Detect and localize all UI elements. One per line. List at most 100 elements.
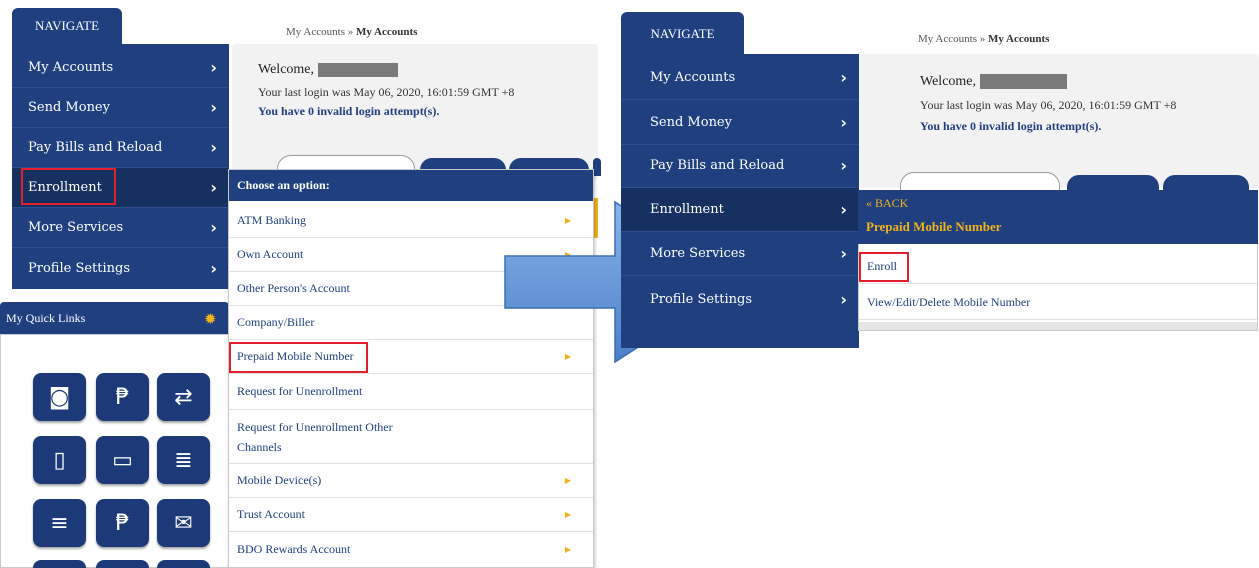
payment-terminal-icon[interactable]: ₱ bbox=[96, 499, 149, 547]
chevron-right-icon: › bbox=[840, 244, 847, 263]
dropdown-item-label: ATM Banking bbox=[237, 213, 306, 227]
enroll-highlight-box bbox=[859, 252, 909, 282]
welcome-text: Welcome, bbox=[258, 62, 398, 78]
chevron-right-icon: › bbox=[840, 156, 847, 175]
breadcrumb-current: My Accounts bbox=[987, 33, 1050, 45]
submenu-title: Prepaid Mobile Number bbox=[866, 219, 1002, 234]
nav-item-my-accounts[interactable]: My Accounts › bbox=[621, 56, 859, 100]
navigate-tab[interactable]: NAVIGATE bbox=[621, 12, 744, 54]
dropdown-header: Choose an option: bbox=[229, 170, 593, 201]
nav-item-profile-settings[interactable]: Profile Settings › bbox=[12, 248, 229, 288]
nav-item-label: Send Money bbox=[28, 100, 110, 115]
nav-item-label: Profile Settings bbox=[28, 260, 131, 276]
nav-item-label: More Services bbox=[650, 246, 746, 261]
back-link[interactable]: « BACK bbox=[866, 196, 908, 211]
nav-item-label: Pay Bills and Reload bbox=[28, 140, 163, 155]
nav-item-pay-bills[interactable]: Pay Bills and Reload › bbox=[12, 128, 229, 168]
submenu-list: Enroll View/Edit/Delete Mobile Number bbox=[858, 244, 1258, 331]
dropdown-item-label: Company/Biller bbox=[237, 315, 315, 329]
nav-item-enrollment[interactable]: Enrollment › bbox=[621, 188, 859, 232]
breadcrumb-parent[interactable]: My Accounts » bbox=[286, 26, 353, 38]
welcome-text: Welcome, bbox=[920, 74, 1067, 90]
scheduled-transactions-icon[interactable]: ≣ bbox=[157, 436, 210, 484]
transfer-arrows-icon[interactable]: ⇄ bbox=[157, 373, 210, 421]
chevron-right-icon: › bbox=[840, 68, 847, 87]
submenu-item-enroll[interactable]: Enroll bbox=[859, 250, 1257, 284]
chevron-right-icon: › bbox=[210, 218, 217, 237]
chevron-right-icon: › bbox=[210, 138, 217, 157]
nav-item-my-accounts[interactable]: My Accounts › bbox=[12, 48, 229, 88]
nav-item-label: Send Money bbox=[650, 115, 732, 130]
nav-item-label: Profile Settings bbox=[650, 291, 753, 307]
triangle-right-icon: ▶ bbox=[564, 544, 571, 554]
dropdown-item-request-unenrollment[interactable]: Request for Unenrollment bbox=[229, 374, 593, 410]
dropdown-item-request-unenrollment-other[interactable]: Request for Unenrollment Other Channels bbox=[229, 410, 593, 464]
last-login-text: Your last login was May 06, 2020, 16:01:… bbox=[258, 85, 515, 99]
prepaid-highlight-box bbox=[229, 342, 368, 373]
nav-item-send-money[interactable]: Send Money › bbox=[12, 88, 229, 128]
dropdown-item-trust-account[interactable]: Trust Account ▶ bbox=[229, 498, 593, 532]
breadcrumb-parent[interactable]: My Accounts » bbox=[918, 33, 985, 45]
nav-item-profile-settings[interactable]: Profile Settings › bbox=[621, 277, 859, 321]
nav-item-label: More Services bbox=[28, 220, 124, 235]
submenu-header: « BACK Prepaid Mobile Number bbox=[858, 190, 1258, 244]
navigation-panel: My Accounts › Send Money › Pay Bills and… bbox=[621, 54, 859, 348]
dropdown-item-label: BDO Rewards Account bbox=[237, 541, 351, 556]
welcome-label: Welcome, bbox=[258, 62, 315, 77]
nav-item-label: Pay Bills and Reload bbox=[650, 158, 785, 173]
card-clock-icon[interactable]: ▭ bbox=[96, 436, 149, 484]
enrollment-highlight-box bbox=[21, 168, 116, 205]
submenu-item-view-edit-delete[interactable]: View/Edit/Delete Mobile Number bbox=[859, 286, 1257, 320]
chevron-right-icon: › bbox=[840, 200, 847, 219]
dropdown-item-label: Own Account bbox=[237, 247, 304, 261]
quick-link-icon[interactable] bbox=[157, 560, 210, 568]
login-attempts-text: You have 0 invalid login attempt(s). bbox=[258, 104, 440, 118]
nav-item-label: My Accounts bbox=[28, 60, 114, 75]
quick-link-icon[interactable] bbox=[96, 560, 149, 568]
chevron-right-icon: › bbox=[840, 289, 847, 309]
welcome-label: Welcome, bbox=[920, 74, 977, 89]
triangle-right-icon: ▶ bbox=[564, 476, 571, 485]
chevron-right-icon: › bbox=[210, 98, 217, 117]
dropdown-item-label: Trust Account bbox=[237, 507, 305, 521]
login-attempts-text: You have 0 invalid login attempt(s). bbox=[920, 119, 1102, 133]
breadcrumb: My Accounts » My Accounts bbox=[918, 33, 1049, 45]
dropdown-item-label: Request for Unenrollment bbox=[237, 384, 363, 398]
dropdown-item-label: Mobile Device(s) bbox=[237, 473, 322, 487]
bill-payment-icon[interactable]: ₱ bbox=[96, 373, 149, 421]
e-mail-icon[interactable]: ✉ bbox=[157, 499, 210, 547]
mobile-reload-icon[interactable]: ▯ bbox=[33, 436, 86, 484]
nav-item-more-services[interactable]: More Services › bbox=[12, 208, 229, 248]
nav-item-label: Enrollment bbox=[650, 202, 724, 217]
nav-item-send-money[interactable]: Send Money › bbox=[621, 101, 859, 145]
dropdown-item-bdo-rewards[interactable]: BDO Rewards Account ▶ bbox=[229, 532, 593, 566]
account-tab[interactable] bbox=[593, 158, 601, 176]
breadcrumb-current: My Accounts bbox=[355, 26, 418, 38]
gear-icon[interactable]: ✹ bbox=[204, 310, 217, 328]
navigate-tab[interactable]: NAVIGATE bbox=[12, 8, 122, 44]
atm-card-icon[interactable]: ◙ bbox=[33, 373, 86, 421]
triangle-right-icon: ▶ bbox=[564, 510, 571, 519]
account-tab[interactable] bbox=[900, 172, 1060, 192]
chevron-right-icon: › bbox=[210, 258, 217, 278]
e-statement-icon[interactable]: ≡ bbox=[33, 499, 86, 547]
quick-links-title: My Quick Links bbox=[6, 310, 86, 325]
submenu-item-label: View/Edit/Delete Mobile Number bbox=[867, 295, 1031, 309]
nav-item-more-services[interactable]: More Services › bbox=[621, 232, 859, 276]
dropdown-item-label: Request for Unenrollment Other Channels bbox=[237, 419, 393, 454]
breadcrumb: My Accounts » My Accounts bbox=[286, 26, 417, 38]
chevron-right-icon: › bbox=[210, 58, 217, 77]
navigation-panel: My Accounts › Send Money › Pay Bills and… bbox=[12, 44, 229, 289]
submenu-footer bbox=[859, 322, 1257, 330]
chevron-right-icon: › bbox=[840, 113, 847, 132]
dropdown-item-label: Other Person's Account bbox=[237, 281, 350, 295]
nav-item-label: My Accounts bbox=[650, 70, 736, 85]
quick-link-icon[interactable] bbox=[33, 560, 86, 568]
last-login-text: Your last login was May 06, 2020, 16:01:… bbox=[920, 98, 1177, 112]
redacted-username bbox=[317, 62, 398, 77]
dropdown-item-mobile-devices[interactable]: Mobile Device(s) ▶ bbox=[229, 464, 593, 498]
nav-item-pay-bills[interactable]: Pay Bills and Reload › bbox=[621, 144, 859, 188]
redacted-username bbox=[979, 74, 1067, 90]
chevron-right-icon: › bbox=[210, 178, 217, 197]
quick-links-header: My Quick Links bbox=[0, 302, 229, 334]
